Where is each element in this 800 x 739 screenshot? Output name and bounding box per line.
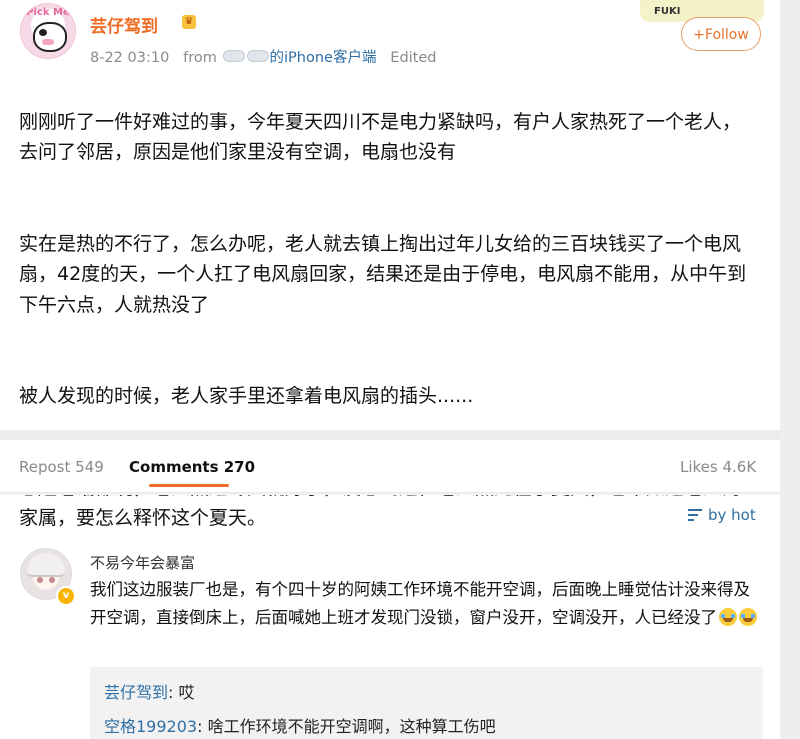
reply-item: 芸仔驾到: 哎 <box>104 679 195 703</box>
sort-icon <box>688 509 702 521</box>
post-meta: 8-22 03:10 from 的iPhone客户端 Edited <box>90 46 437 67</box>
tab-comments[interactable]: Comments 270 <box>129 458 255 476</box>
verified-badge-icon: v <box>56 586 76 606</box>
cloud-icon <box>246 50 269 62</box>
post-card: Pick Me 芸仔驾到 ♛ 8-22 03:10 from 的iPhone客户… <box>0 0 780 529</box>
cow-nose <box>42 39 54 45</box>
cow-spot <box>39 29 47 36</box>
reply-colon: : <box>197 717 208 736</box>
reply-author[interactable]: 芸仔驾到 <box>104 683 168 702</box>
crying-emoji-icon <box>739 607 757 626</box>
reply-text: 哎 <box>178 683 195 702</box>
scrollbar-track <box>780 0 800 739</box>
edited-label: Edited <box>390 50 437 66</box>
avatar-caption-art: Pick Me <box>26 7 70 18</box>
reply-item: 空格199203: 啥工作环境不能开空调啊，这种算工伤吧 <box>104 713 496 737</box>
comment-text: 我们这边服装厂也是，有个四十岁的阿姨工作环境不能开空调，后面晚上睡觉估计没来得及… <box>90 576 762 631</box>
post-paragraph: 刚刚听了一件好难过的事，今年夏天四川不是电力紧缺吗，有户人家热死了一个老人，去问… <box>19 110 742 164</box>
sort-label: by hot <box>708 506 756 524</box>
divider <box>0 493 780 495</box>
reply-text: 啥工作环境不能开空调啊，这种算工伤吧 <box>207 717 496 736</box>
crown-icon: ♛ <box>182 15 196 29</box>
avatar-eye <box>49 577 55 583</box>
reply-author[interactable]: 空格199203 <box>104 717 197 736</box>
cow-icon <box>33 22 67 52</box>
comment-body: 我们这边服装厂也是，有个四十岁的阿姨工作环境不能开空调，后面晚上睡觉估计没来得及… <box>90 580 750 627</box>
tab-likes[interactable]: Likes 4.6K <box>680 458 756 476</box>
tab-repost[interactable]: Repost 549 <box>19 458 104 476</box>
post-paragraph: 被人发现的时候，老人家手里还拿着电风扇的插头...... <box>19 385 474 407</box>
crying-emoji-icon <box>719 607 737 626</box>
avatar-eye <box>37 577 43 583</box>
post-source[interactable]: 的iPhone客户端 <box>270 50 377 66</box>
avatar[interactable]: Pick Me <box>20 3 76 59</box>
from-label: from <box>183 50 217 66</box>
interaction-tabs: Repost 549 Comments 270 Likes 4.6K <box>0 440 780 493</box>
post-paragraph: 实在是热的不行了，怎么办呢，老人就去镇上掏出过年儿女给的三百块钱买了一个电风扇，… <box>19 232 747 316</box>
follow-button[interactable]: +Follow <box>681 17 761 51</box>
active-tab-indicator <box>149 484 229 487</box>
avatar-hair <box>27 553 65 577</box>
cloud-icon <box>222 50 245 62</box>
post-username[interactable]: 芸仔驾到 <box>90 12 158 37</box>
comment-username[interactable]: 不易今年会暴富 <box>90 552 195 573</box>
reply-colon: : <box>168 683 179 702</box>
section-divider <box>0 430 780 440</box>
reply-thread[interactable]: 芸仔驾到: 哎 空格199203: 啥工作环境不能开空调啊，这种算工伤吧 <box>90 667 763 739</box>
post-time: 8-22 03:10 <box>90 50 170 66</box>
sort-toggle[interactable]: by hot <box>688 506 756 524</box>
